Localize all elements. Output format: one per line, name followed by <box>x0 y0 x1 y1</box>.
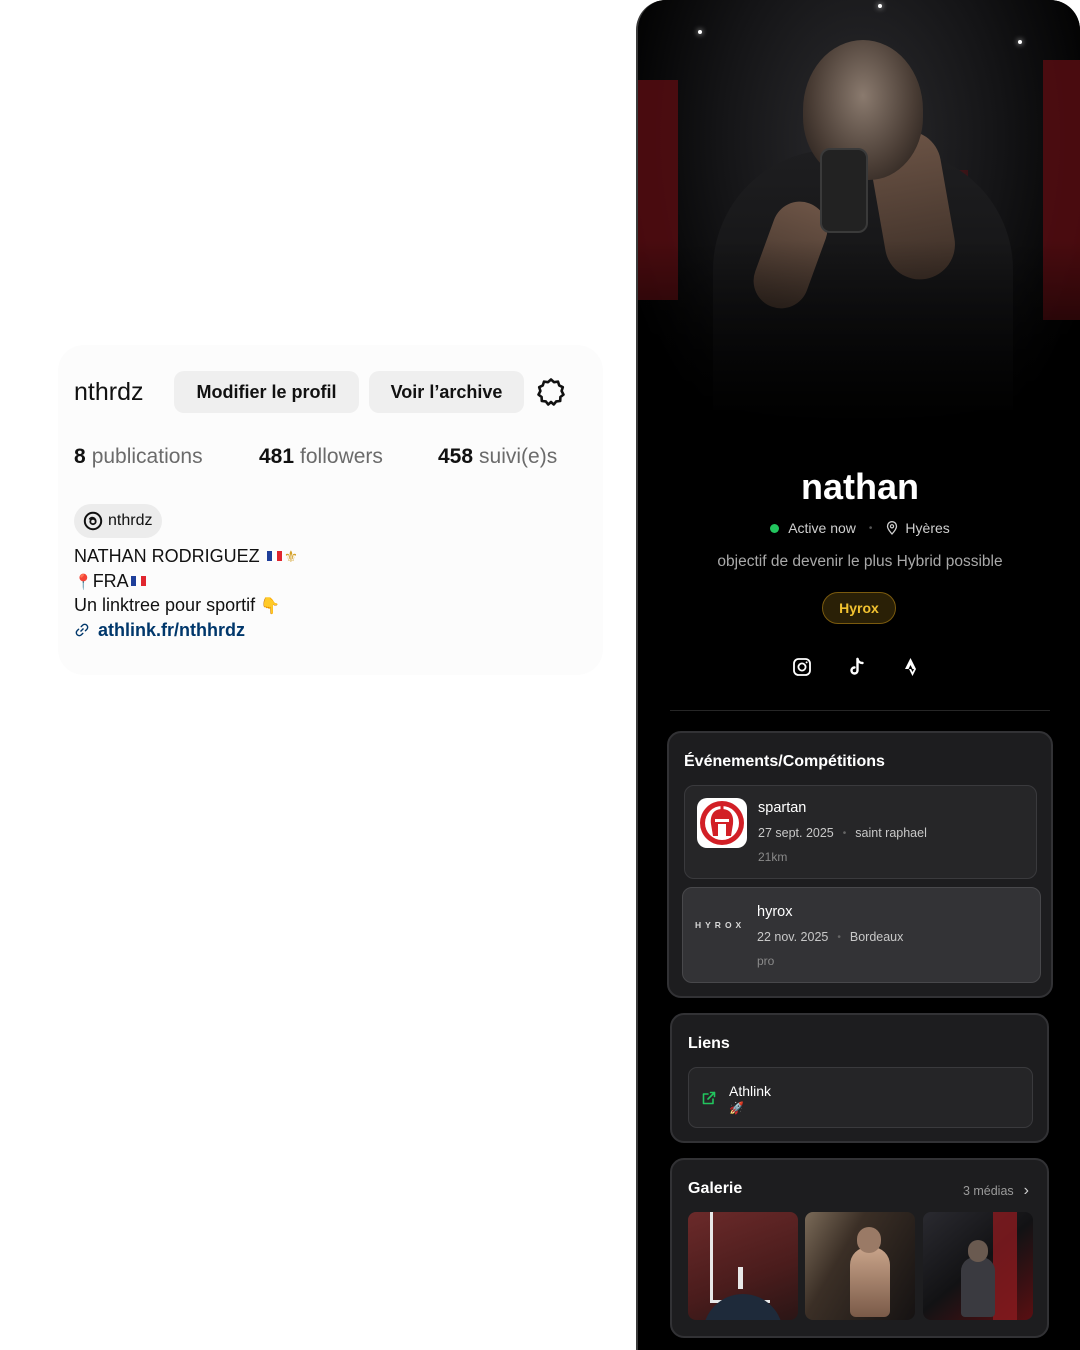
profile-header-row: nthrdz Modifier le profil Voir l’archive <box>74 371 566 413</box>
bio-description-line: Un linktree pour sportif 👇 <box>74 595 281 615</box>
hyrox-logo-icon: HYROX <box>695 920 746 930</box>
sport-tag-badge[interactable]: Hyrox <box>822 592 896 624</box>
spartan-logo-icon <box>697 798 747 848</box>
gallery-thumbnail[interactable] <box>688 1212 798 1320</box>
bio-location-line: 📍FRA <box>74 570 298 595</box>
fleur-de-lis-icon: ⚜ <box>283 549 299 566</box>
instagram-icon[interactable] <box>790 655 814 679</box>
posts-count[interactable]: 8 publications <box>74 445 259 469</box>
france-flag-icon <box>130 575 146 586</box>
event-card[interactable]: HYROX hyrox 22 nov. 2025 • Bordeaux pro <box>682 887 1041 983</box>
france-flag-icon <box>266 551 282 561</box>
gallery-count: 3 médias <box>962 1184 1014 1198</box>
bio-link[interactable]: athlink.fr/nthhrdz <box>74 619 298 643</box>
edit-profile-button[interactable]: Modifier le profil <box>174 371 359 413</box>
event-date: 27 sept. 2025 <box>758 826 834 840</box>
chevron-right-icon: › <box>1023 1182 1029 1199</box>
strava-icon[interactable] <box>900 655 924 679</box>
links-title: Liens <box>688 1035 730 1052</box>
location-pin-icon <box>887 521 898 535</box>
gallery-see-all-link[interactable]: 3 médias › <box>963 1182 1029 1200</box>
athlete-profile-page[interactable]: nathan Active now • Hyères objectif de d… <box>636 0 1080 1350</box>
followers-count[interactable]: 481 followers <box>259 445 438 469</box>
pointing-down-icon: 👇 <box>260 598 281 615</box>
event-meta: 22 nov. 2025 • Bordeaux <box>757 930 904 944</box>
event-date: 22 nov. 2025 <box>757 930 829 944</box>
screen: nthrdz Modifier le profil Voir l’archive… <box>0 0 1080 1350</box>
profile-status-row: Active now • Hyères <box>638 520 1080 536</box>
profile-name: nathan <box>800 466 919 507</box>
view-archive-button[interactable]: Voir l’archive <box>369 371 524 413</box>
link-item-athlink[interactable]: Athlink 🚀 <box>688 1067 1033 1128</box>
event-detail: 21km <box>758 850 788 864</box>
active-status: Active now <box>788 520 856 536</box>
settings-gear-icon[interactable] <box>536 377 566 407</box>
threads-badge[interactable]: nthrdz <box>74 504 163 538</box>
social-links <box>790 655 955 679</box>
events-section: Événements/Compétitions spartan 27 sept.… <box>667 731 1053 998</box>
gallery-thumbnail[interactable] <box>923 1212 1033 1320</box>
profile-bio: objectif de devenir le plus Hybrid possi… <box>717 553 1003 570</box>
gallery-section: Galerie 3 médias › <box>670 1158 1049 1338</box>
tiktok-icon[interactable] <box>845 655 869 679</box>
link-icon <box>75 623 89 637</box>
gallery-thumbnail[interactable] <box>805 1212 915 1320</box>
online-indicator-icon <box>770 523 780 533</box>
links-section: Liens Athlink 🚀 <box>670 1013 1049 1143</box>
profile-stats: 8 publications 481 followers 458 suivi(e)s <box>74 445 557 469</box>
threads-icon <box>83 511 103 531</box>
event-place: saint raphael <box>855 826 927 840</box>
events-title: Événements/Compétitions <box>684 753 885 770</box>
rocket-icon: 🚀 <box>729 1101 744 1115</box>
location-pin-icon: 📍 <box>74 573 93 591</box>
profile-cover-photo <box>638 0 1080 460</box>
event-name: spartan <box>758 800 807 816</box>
section-divider <box>670 710 1050 711</box>
event-place: Bordeaux <box>849 930 904 944</box>
event-card[interactable]: spartan 27 sept. 2025 • saint raphael 21… <box>684 785 1037 879</box>
profile-location: Hyères <box>905 520 950 536</box>
gallery-title: Galerie <box>688 1180 743 1197</box>
external-link-icon <box>702 1091 716 1105</box>
profile-bio: NATHAN RODRIGUEZ ⚜ 📍FRA Un linktree pour… <box>74 545 298 642</box>
event-meta: 27 sept. 2025 • saint raphael <box>758 826 927 840</box>
bio-name-line: NATHAN RODRIGUEZ ⚜ <box>74 546 299 566</box>
profile-username: nthrdz <box>74 377 144 406</box>
threads-handle: nthrdz <box>108 512 153 529</box>
link-label: Athlink <box>729 1083 772 1099</box>
instagram-profile-card: nthrdz Modifier le profil Voir l’archive… <box>58 345 603 675</box>
event-detail: pro <box>757 954 775 968</box>
event-name: hyrox <box>757 904 793 920</box>
following-count[interactable]: 458 suivi(e)s <box>438 445 557 469</box>
